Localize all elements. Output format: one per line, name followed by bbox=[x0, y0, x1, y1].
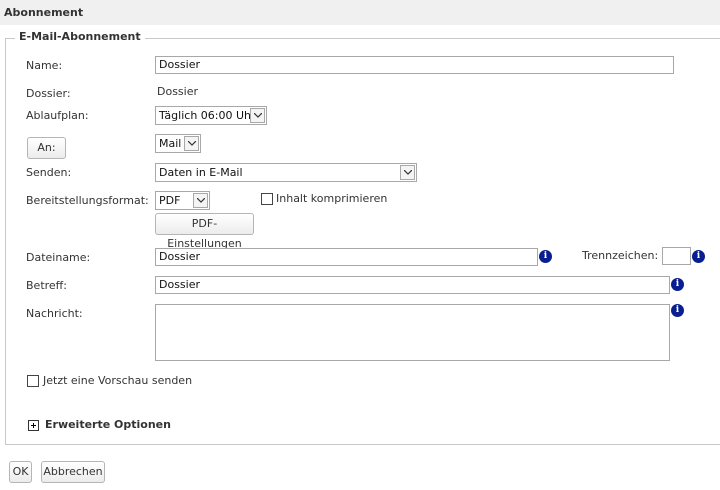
plus-box-icon[interactable] bbox=[28, 420, 39, 431]
dossier-label: Dossier: bbox=[26, 87, 71, 100]
send-select[interactable]: Daten in E-Mail bbox=[155, 163, 417, 182]
send-preview-label: Jetzt eine Vorschau senden bbox=[43, 374, 193, 387]
chevron-down-icon[interactable] bbox=[193, 193, 208, 208]
title-bar: Abonnement bbox=[0, 0, 720, 25]
message-textarea[interactable] bbox=[155, 304, 670, 361]
schedule-label: Ablaufplan: bbox=[26, 109, 89, 122]
filename-input[interactable]: Dossier bbox=[155, 248, 538, 266]
format-label: Bereitstellungsformat: bbox=[26, 194, 149, 207]
separator-label: Trennzeichen: bbox=[582, 249, 659, 262]
name-input[interactable]: Dossier bbox=[155, 56, 674, 74]
dossier-value: Dossier bbox=[157, 85, 199, 98]
info-icon[interactable]: i bbox=[539, 250, 552, 263]
format-select-value: PDF bbox=[159, 194, 181, 207]
chevron-down-icon[interactable] bbox=[250, 108, 265, 123]
ok-button[interactable]: OK bbox=[9, 461, 32, 483]
send-label: Senden: bbox=[26, 166, 72, 179]
window-title: Abonnement bbox=[4, 6, 84, 19]
subject-label: Betreff: bbox=[26, 279, 67, 292]
channel-select[interactable]: Mail bbox=[155, 134, 201, 153]
schedule-select[interactable]: Täglich 06:00 Uhr bbox=[155, 106, 267, 125]
advanced-options-toggle[interactable]: Erweiterte Optionen bbox=[45, 418, 171, 431]
send-preview-checkbox[interactable] bbox=[27, 375, 39, 387]
recipients-button[interactable]: An: bbox=[27, 137, 66, 159]
pdf-settings-button[interactable]: PDF-Einstellungen bbox=[155, 213, 254, 250]
name-label: Name: bbox=[26, 59, 63, 72]
format-select[interactable]: PDF bbox=[155, 191, 210, 210]
info-icon[interactable]: i bbox=[671, 278, 684, 291]
compress-label: Inhalt komprimieren bbox=[276, 192, 388, 205]
compress-checkbox[interactable] bbox=[261, 193, 273, 205]
filename-label: Dateiname: bbox=[26, 251, 91, 264]
info-icon[interactable]: i bbox=[692, 250, 705, 263]
subject-input[interactable]: Dossier bbox=[155, 276, 670, 294]
send-select-value: Daten in E-Mail bbox=[159, 166, 243, 179]
chevron-down-icon[interactable] bbox=[400, 165, 415, 180]
schedule-select-value: Täglich 06:00 Uhr bbox=[159, 109, 256, 122]
chevron-down-icon[interactable] bbox=[184, 136, 199, 151]
section-legend: E-Mail-Abonnement bbox=[15, 30, 145, 43]
channel-select-value: Mail bbox=[159, 137, 182, 150]
cancel-button[interactable]: Abbrechen bbox=[41, 461, 105, 483]
info-icon[interactable]: i bbox=[671, 304, 684, 317]
separator-input[interactable] bbox=[662, 247, 691, 265]
message-label: Nachricht: bbox=[26, 307, 83, 320]
